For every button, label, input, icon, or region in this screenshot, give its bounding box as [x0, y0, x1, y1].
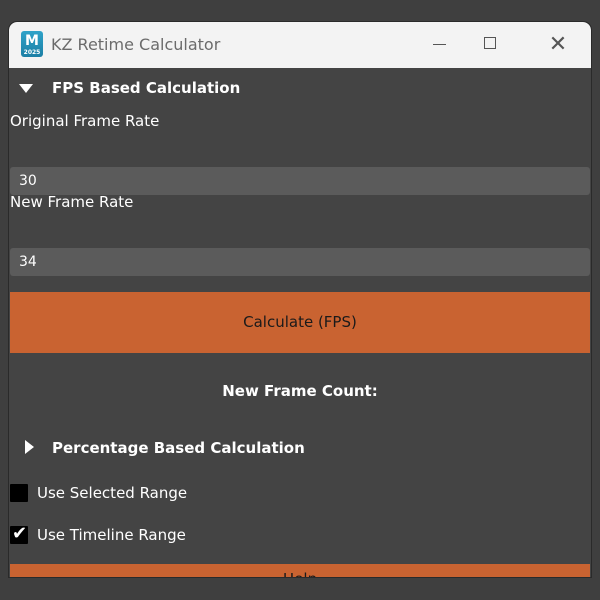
window-title: KZ Retime Calculator	[51, 35, 221, 54]
app-icon-year: 2025	[23, 49, 41, 56]
new-frame-rate-label: New Frame Rate	[10, 193, 134, 211]
use-timeline-range-checkbox[interactable]: ✔	[10, 523, 28, 544]
expand-arrow-down-icon	[19, 84, 33, 93]
new-frame-count-label: New Frame Count:	[222, 382, 378, 400]
checkmark-icon: ✔	[12, 523, 28, 544]
close-button[interactable]: ✕	[535, 22, 581, 68]
use-selected-range-checkbox[interactable]	[10, 484, 28, 502]
minimize-icon	[433, 44, 446, 45]
fps-section-header[interactable]: FPS Based Calculation	[9, 74, 591, 102]
fps-section-title: FPS Based Calculation	[52, 79, 241, 97]
new-frame-rate-input[interactable]: 34	[10, 248, 590, 276]
calculate-fps-button[interactable]: Calculate (FPS)	[10, 292, 590, 353]
original-frame-rate-label: Original Frame Rate	[10, 112, 160, 130]
use-timeline-range-label: Use Timeline Range	[37, 526, 186, 544]
percentage-section-header[interactable]: Percentage Based Calculation	[9, 434, 591, 462]
use-selected-range-label: Use Selected Range	[37, 484, 188, 502]
close-icon: ✕	[548, 32, 568, 57]
maximize-icon	[484, 37, 496, 49]
main-panel: FPS Based Calculation Original Frame Rat…	[9, 68, 591, 577]
app-icon-letter: M	[25, 33, 39, 49]
expand-arrow-right-icon	[25, 440, 34, 454]
maximize-button[interactable]	[468, 22, 514, 68]
original-frame-rate-input[interactable]: 30	[10, 167, 590, 195]
maya-app-icon: M 2025	[21, 31, 43, 57]
minimize-button[interactable]	[417, 22, 463, 68]
help-button[interactable]: Help	[10, 564, 590, 577]
title-bar[interactable]: M 2025 KZ Retime Calculator ✕	[9, 22, 591, 68]
retime-calculator-window: M 2025 KZ Retime Calculator ✕ FPS Based …	[9, 22, 591, 577]
percentage-section-title: Percentage Based Calculation	[52, 439, 305, 457]
